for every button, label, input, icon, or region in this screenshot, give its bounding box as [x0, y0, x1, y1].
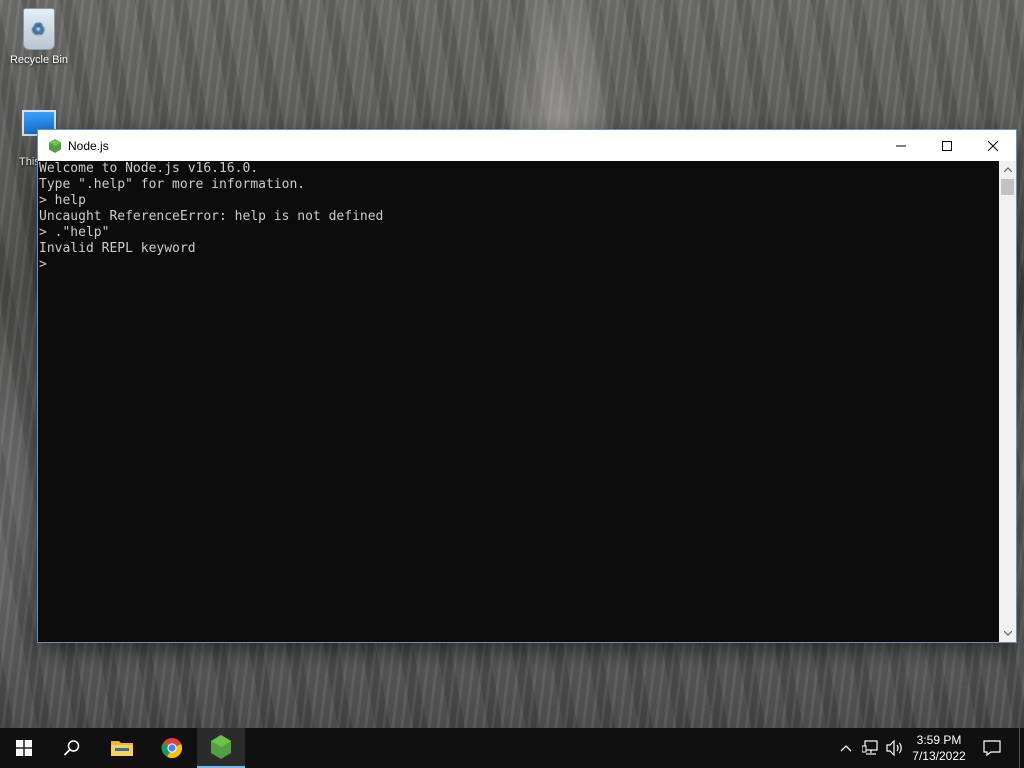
maximize-icon — [942, 140, 952, 151]
window-title: Node.js — [68, 138, 109, 153]
minimize-button[interactable] — [878, 130, 924, 161]
recycle-bin-shortcut[interactable]: ♻ Recycle Bin — [3, 8, 75, 66]
console-prompt: > — [39, 257, 47, 272]
minimize-icon — [896, 145, 906, 146]
taskbar-clock[interactable]: 3:59 PM 7/13/2022 — [900, 732, 978, 764]
chevron-up-icon — [1003, 167, 1012, 172]
vertical-scrollbar[interactable] — [999, 161, 1016, 642]
console-line: Invalid REPL keyword — [39, 241, 196, 256]
show-desktop-button[interactable] — [1019, 728, 1024, 768]
scroll-down-button[interactable] — [999, 625, 1016, 642]
windows-logo-icon — [16, 740, 32, 756]
console-line: Uncaught ReferenceError: help is not def… — [39, 209, 384, 224]
clock-date: 7/13/2022 — [912, 749, 966, 763]
notification-icon — [983, 740, 1001, 756]
folder-icon — [111, 741, 133, 756]
start-button[interactable] — [0, 728, 48, 768]
nodejs-icon — [211, 735, 231, 759]
chevron-up-icon — [840, 745, 852, 752]
chrome-icon — [161, 738, 183, 759]
scroll-up-button[interactable] — [999, 161, 1016, 178]
search-button[interactable] — [48, 728, 96, 768]
scrollbar-thumb[interactable] — [1001, 179, 1014, 195]
chrome-button[interactable] — [148, 728, 196, 768]
network-icon — [862, 740, 878, 755]
chevron-down-icon — [1003, 631, 1012, 636]
maximize-button[interactable] — [924, 130, 970, 161]
taskbar: 3:59 PM 7/13/2022 — [0, 728, 1024, 768]
nodejs-console-window[interactable]: Node.js Welcome to Node.js v16.16.0. Typ… — [38, 130, 1016, 642]
close-icon — [988, 140, 998, 151]
search-icon — [63, 740, 80, 756]
clock-time: 3:59 PM — [916, 733, 962, 747]
action-center-button[interactable] — [980, 728, 1004, 768]
file-explorer-button[interactable] — [98, 728, 146, 768]
show-hidden-icons-button[interactable] — [836, 728, 856, 768]
console-line: Welcome to Node.js v16.16.0. — [39, 161, 259, 176]
recycle-bin-label: Recycle Bin — [9, 54, 69, 66]
console-prompt-line[interactable]: > — [39, 257, 999, 273]
network-button[interactable] — [860, 728, 882, 768]
console-line: > ."help" — [39, 225, 110, 240]
nodejs-taskbar-button[interactable] — [197, 728, 245, 768]
console-output[interactable]: Welcome to Node.js v16.16.0. Type ".help… — [38, 161, 999, 642]
console-line: Type ".help" for more information. — [39, 177, 306, 192]
nodejs-icon — [48, 138, 62, 153]
recycle-bin-icon: ♻ — [23, 8, 55, 50]
close-button[interactable] — [970, 130, 1016, 161]
window-controls — [878, 130, 1016, 161]
console-line: > help — [39, 193, 86, 208]
title-bar[interactable]: Node.js — [38, 130, 1016, 161]
